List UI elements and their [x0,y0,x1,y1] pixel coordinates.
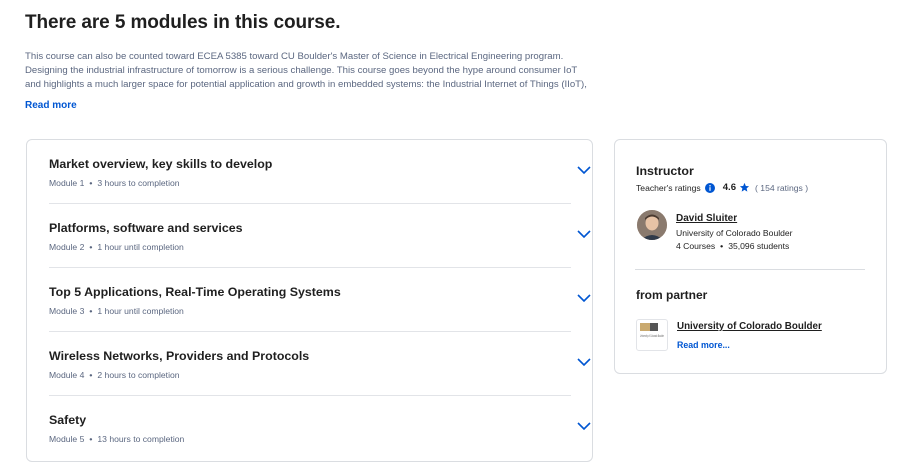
logo-text: University of Colorado Boulder [640,334,664,338]
partner-name-link[interactable]: University of Colorado Boulder [677,321,822,332]
meta-separator: • [720,241,724,251]
module-title: Wireless Networks, Providers and Protoco… [49,349,310,363]
chevron-down-icon[interactable] [577,165,591,175]
course-description: This course can also be counted toward E… [25,51,587,90]
divider [635,269,865,270]
module-title: Safety [49,413,87,427]
module-meta: Module 5 • 13 hours to completion [49,434,184,444]
instructor-stats: 4 Courses • 35,096 students [676,241,789,251]
module-item[interactable]: Platforms, software and services Module … [49,204,591,268]
module-item[interactable]: Top 5 Applications, Real-Time Operating … [49,268,591,332]
chevron-down-icon[interactable] [577,421,591,431]
instructor-org: University of Colorado Boulder [676,228,793,238]
module-title: Market overview, key skills to develop [49,157,273,171]
rating-count: ( 154 ratings ) [755,182,809,193]
module-item[interactable]: Market overview, key skills to develop M… [49,140,591,204]
info-icon[interactable] [704,182,715,193]
avatar[interactable] [637,210,667,240]
module-number: Module 4 [49,370,85,380]
star-icon [739,182,750,192]
module-duration: 13 hours to completion [97,434,185,444]
teacher-ratings: Teacher's ratings 4.6 ( 154 ratings ) [636,182,808,193]
instructor-name-link[interactable]: David Sluiter [676,213,737,224]
module-item[interactable]: Wireless Networks, Providers and Protoco… [49,332,591,396]
meta-separator: • [89,178,93,188]
module-meta: Module 3 • 1 hour until completion [49,306,184,316]
module-title: Top 5 Applications, Real-Time Operating … [49,285,341,299]
meta-separator: • [89,370,93,380]
partner-read-more-link[interactable]: Read more... [677,340,730,350]
meta-separator: • [89,306,93,316]
module-duration: 2 hours to completion [97,370,180,380]
instructor-courses: 4 Courses [676,241,716,251]
module-number: Module 2 [49,242,85,252]
cu-logo-icon[interactable]: University of Colorado Boulder [636,319,668,351]
chevron-down-icon[interactable] [577,229,591,239]
read-more-link[interactable]: Read more [25,100,77,111]
instructor-students: 35,096 students [728,241,790,251]
module-duration: 1 hour until completion [97,242,184,252]
module-number: Module 5 [49,434,85,444]
modules-list: Market overview, key skills to develop M… [26,139,593,462]
instructor-section-title: Instructor [636,164,694,178]
rating-value: 4.6 [722,182,737,193]
chevron-down-icon[interactable] [577,293,591,303]
instructor-partner-card: Instructor Teacher's ratings 4.6 ( 154 r… [614,139,887,374]
module-meta: Module 2 • 1 hour until completion [49,242,184,252]
partner-section-title: from partner [636,288,708,302]
module-duration: 1 hour until completion [97,306,184,316]
module-meta: Module 4 • 2 hours to completion [49,370,180,380]
page-title: There are 5 modules in this course. [25,12,341,33]
module-title: Platforms, software and services [49,221,243,235]
ratings-label: Teacher's ratings [636,182,701,193]
module-duration: 3 hours to completion [97,178,180,188]
module-number: Module 3 [49,306,85,316]
chevron-down-icon[interactable] [577,357,591,367]
meta-separator: • [89,242,93,252]
module-number: Module 1 [49,178,85,188]
meta-separator: • [89,434,93,444]
module-meta: Module 1 • 3 hours to completion [49,178,180,188]
module-item[interactable]: Safety Module 5 • 13 hours to completion [49,396,591,460]
